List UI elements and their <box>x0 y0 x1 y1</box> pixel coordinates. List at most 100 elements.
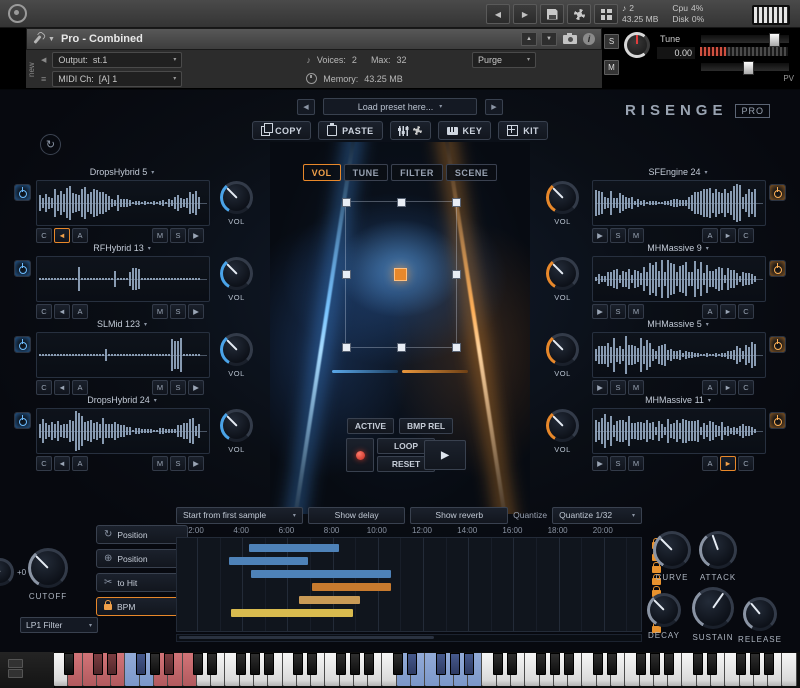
solo-button[interactable]: S <box>610 456 626 471</box>
seq-to-hit-button[interactable]: ✂to Hit <box>96 573 188 592</box>
piano-key-black[interactable] <box>650 653 660 675</box>
aux-knob[interactable] <box>0 558 14 586</box>
c-button[interactable]: C <box>738 304 754 319</box>
c-button[interactable]: C <box>36 456 52 471</box>
key-mode-button[interactable]: KEY <box>438 121 492 140</box>
piano-key-black[interactable] <box>493 653 503 675</box>
waveform-display[interactable] <box>592 332 766 378</box>
piano-key-black[interactable] <box>264 653 274 675</box>
pan-slider-handle[interactable] <box>743 61 754 75</box>
timeline-clip[interactable] <box>299 596 360 604</box>
timeline-grid[interactable] <box>176 537 642 632</box>
reverse-button[interactable]: ► <box>720 228 736 243</box>
purge-dropdown[interactable]: Purge ▾ <box>472 52 536 68</box>
xy-handle[interactable] <box>342 343 351 352</box>
power-button[interactable] <box>769 412 786 429</box>
waveform-display[interactable] <box>592 256 766 302</box>
timeline-clip[interactable] <box>249 544 339 552</box>
a-button[interactable]: A <box>702 456 718 471</box>
envelope-knob-curve[interactable] <box>653 531 691 569</box>
solo-button[interactable]: S <box>610 380 626 395</box>
timeline-clip[interactable] <box>251 570 391 578</box>
seq-bpm-button[interactable]: BPM <box>96 597 188 616</box>
piano-key-black[interactable] <box>293 653 303 675</box>
mute-button[interactable]: M <box>604 60 619 75</box>
waveform-display[interactable] <box>592 180 766 226</box>
piano-key-black[interactable] <box>593 653 603 675</box>
tune-value[interactable]: 0.00 <box>656 46 696 60</box>
envelope-knob-sustain[interactable] <box>692 587 734 629</box>
piano-key-black[interactable] <box>550 653 560 675</box>
collapse-icon[interactable]: ◀ <box>41 56 46 64</box>
workspace-button[interactable] <box>594 4 618 24</box>
preset-dropdown[interactable]: Load preset here... ▾ <box>323 98 477 115</box>
piano-key-black[interactable] <box>750 653 760 675</box>
preset-prev-button[interactable]: ◀ <box>297 99 315 115</box>
xy-handle[interactable] <box>342 270 351 279</box>
piano-key-black[interactable] <box>93 653 103 675</box>
c-button[interactable]: C <box>36 304 52 319</box>
seq-position-button[interactable]: ⊕Position <box>96 549 188 568</box>
play-button[interactable]: ▶ <box>188 456 204 471</box>
play-button[interactable]: ▶ <box>188 380 204 395</box>
record-button[interactable] <box>346 438 374 472</box>
sample-name-dropdown[interactable]: MHMassive 9▾ <box>592 242 764 254</box>
solo-button[interactable]: S <box>610 304 626 319</box>
reverse-button[interactable]: ◄ <box>54 304 70 319</box>
a-button[interactable]: A <box>702 380 718 395</box>
side-tab[interactable]: new <box>27 54 39 86</box>
solo-button[interactable]: S <box>604 34 619 49</box>
filter-type-dropdown[interactable]: LP1 Filter ▾ <box>20 617 98 633</box>
envelope-knob-release[interactable] <box>743 597 777 631</box>
piano-key-black[interactable] <box>450 653 460 675</box>
piano-key-black[interactable] <box>636 653 646 675</box>
play-button[interactable]: ▶ <box>592 304 608 319</box>
keyboard-option-button-1[interactable] <box>8 659 23 668</box>
waveform-display[interactable] <box>592 408 766 454</box>
reverse-button[interactable]: ► <box>720 380 736 395</box>
piano-key-black[interactable] <box>707 653 717 675</box>
xy-handle[interactable] <box>397 198 406 207</box>
tab-vol[interactable]: VOL <box>303 164 341 181</box>
volume-knob[interactable] <box>546 333 579 366</box>
show-delay-button[interactable]: Show delay <box>308 507 406 524</box>
c-button[interactable]: C <box>36 228 52 243</box>
envelope-knob-decay[interactable] <box>647 593 681 627</box>
power-button[interactable] <box>769 336 786 353</box>
piano-key-black[interactable] <box>507 653 517 675</box>
keyboard-option-button-2[interactable] <box>8 669 23 678</box>
quantize-dropdown[interactable]: Quantize 1/32 ▾ <box>552 507 642 524</box>
mute-button[interactable]: M <box>628 380 644 395</box>
mute-button[interactable]: M <box>628 228 644 243</box>
piano-key-black[interactable] <box>464 653 474 675</box>
sample-name-dropdown[interactable]: MHMassive 5▾ <box>592 318 764 330</box>
a-button[interactable]: A <box>72 380 88 395</box>
volume-slider[interactable] <box>700 34 790 44</box>
instrument-title-bar[interactable]: ▼ Pro - Combined ▲ ▼ i <box>26 28 602 50</box>
blue-morph-slider[interactable] <box>332 370 398 373</box>
volume-knob[interactable] <box>546 257 579 290</box>
refresh-button[interactable]: ↻ <box>40 134 61 155</box>
piano-key-black[interactable] <box>764 653 774 675</box>
reverse-button[interactable]: ► <box>720 456 736 471</box>
show-reverb-button[interactable]: Show reverb <box>410 507 508 524</box>
tab-filter[interactable]: FILTER <box>391 164 443 181</box>
c-button[interactable]: C <box>36 380 52 395</box>
play-button[interactable]: ▶ <box>188 228 204 243</box>
piano-key-black[interactable] <box>436 653 446 675</box>
nav-forward-button[interactable]: ▶ <box>513 4 537 24</box>
piano-key-black[interactable] <box>193 653 203 675</box>
piano-key-black[interactable] <box>736 653 746 675</box>
keyboard-toggle-icon[interactable] <box>752 5 790 25</box>
envelope-knob-attack[interactable] <box>699 531 737 569</box>
piano-key-black[interactable] <box>407 653 417 675</box>
settings-button[interactable] <box>567 4 591 24</box>
kit-mode-button[interactable]: KIT <box>498 121 548 140</box>
piano-key-black[interactable] <box>693 653 703 675</box>
reverse-button[interactable]: ► <box>720 304 736 319</box>
power-button[interactable] <box>14 260 31 277</box>
c-button[interactable]: C <box>738 456 754 471</box>
snapshot-camera-icon[interactable] <box>563 35 577 44</box>
copy-button[interactable]: COPY <box>252 121 311 140</box>
piano-key-black[interactable] <box>564 653 574 675</box>
